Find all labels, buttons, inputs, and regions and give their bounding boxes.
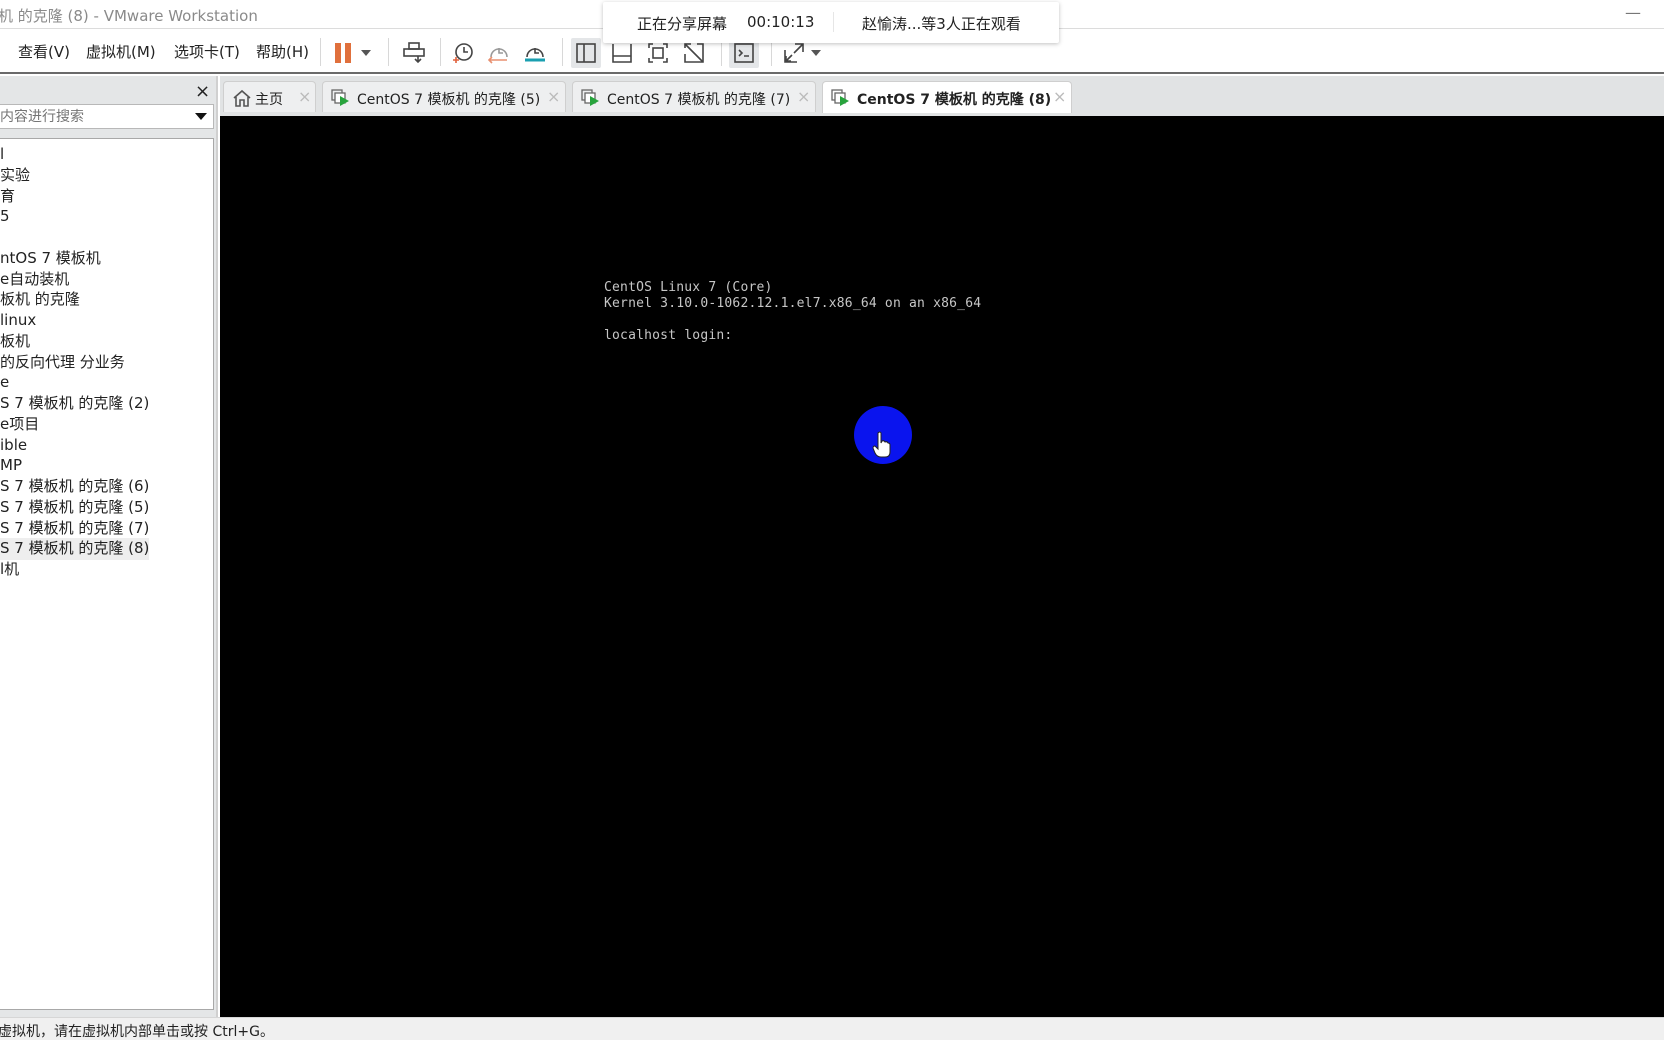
library-tree-item[interactable]: e xyxy=(0,372,9,394)
library-tree-item[interactable]: S 7 模板机 的克隆 (5) xyxy=(0,497,149,519)
screen-share-banner: 正在分享屏幕 00:10:13 赵愉涛...等3人正在观看 xyxy=(603,2,1059,43)
library-tree-item[interactable]: 5 xyxy=(0,206,10,228)
search-dropdown-icon[interactable] xyxy=(195,113,207,120)
library-search-input[interactable] xyxy=(0,105,189,128)
console-login-prompt[interactable]: localhost login: xyxy=(604,328,732,343)
revert-snapshot-button[interactable] xyxy=(484,38,514,68)
vm-console-screen[interactable]: CentOS Linux 7 (Core) Kernel 3.10.0-1062… xyxy=(220,116,1664,1017)
library-tree-item[interactable]: 的反向代理 分业务 xyxy=(0,352,125,374)
pause-icon xyxy=(335,43,351,63)
vm-running-icon xyxy=(331,89,349,106)
show-library-button[interactable] xyxy=(571,38,601,68)
hand-cursor-icon xyxy=(872,431,891,458)
tab-vm-clone-7[interactable]: CentOS 7 模板机 的克隆 (7) × xyxy=(572,81,816,112)
vm-running-icon xyxy=(581,89,599,106)
library-tree-item[interactable]: l机 xyxy=(0,559,19,581)
menu-vm[interactable]: 虚拟机(M) xyxy=(86,41,156,62)
take-snapshot-button[interactable] xyxy=(448,38,478,68)
tab-label: CentOS 7 模板机 的克隆 (8) xyxy=(857,92,1052,108)
status-bar: 虚拟机，请在虚拟机内部单击或按 Ctrl+G。 xyxy=(0,1017,1664,1040)
toolbar-separator xyxy=(440,38,441,66)
pause-button[interactable] xyxy=(330,38,356,68)
tab-close-button[interactable]: × xyxy=(298,87,311,106)
library-tree-item[interactable]: 板机 xyxy=(0,331,30,353)
thumbnail-bar-icon xyxy=(612,44,632,63)
tab-label: CentOS 7 模板机 的克隆 (7) xyxy=(607,92,791,108)
menu-tabs[interactable]: 选项卡(T) xyxy=(174,41,240,62)
vm-running-icon xyxy=(831,89,849,106)
fullscreen-icon xyxy=(648,43,668,63)
tab-close-button[interactable]: × xyxy=(1053,87,1066,106)
share-timer: 00:10:13 xyxy=(747,13,815,31)
menu-view[interactable]: 查看(V) xyxy=(18,41,70,62)
library-tree-item[interactable]: S 7 模板机 的克隆 (6) xyxy=(0,476,149,498)
toolbar-separator xyxy=(388,38,389,66)
tab-vm-clone-8[interactable]: CentOS 7 模板机 的克隆 (8) × xyxy=(822,81,1072,113)
tab-label: CentOS 7 模板机 的克隆 (5) xyxy=(357,92,541,108)
window-title: 机 的克隆 (8) - VMware Workstation xyxy=(0,7,258,25)
menu-help[interactable]: 帮助(H) xyxy=(256,41,309,62)
send-ctrl-alt-del-button[interactable] xyxy=(399,38,429,68)
send-ctrl-alt-del-icon xyxy=(403,42,425,64)
take-snapshot-icon xyxy=(453,43,473,63)
library-tree-item[interactable]: 板机 的克隆 xyxy=(0,289,80,311)
library-close-button[interactable]: × xyxy=(195,81,210,102)
library-tree-item[interactable]: S 7 模板机 的克隆 (2) xyxy=(0,393,149,415)
library-tree-item[interactable]: S 7 模板机 的克隆 (8) xyxy=(0,538,150,561)
library-tree-item[interactable]: S 7 模板机 的克隆 (7) xyxy=(0,518,149,540)
library-tree-item[interactable]: 实验 xyxy=(0,165,30,187)
console-kernel-line: Kernel 3.10.0-1062.12.1.el7.x86_64 on an… xyxy=(604,296,982,311)
library-tree-item[interactable]: 育 xyxy=(0,186,15,208)
tab-close-button[interactable]: × xyxy=(797,87,810,106)
tab-strip: 主页 × CentOS 7 模板机 的克隆 (5) × CentOS 7 模板机… xyxy=(220,76,1664,116)
library-panel: × l实验育5 ntOS 7 模板机e自动装机板机 的克隆 linux板机的反向代… xyxy=(0,76,218,1017)
tab-home[interactable]: 主页 × xyxy=(223,81,316,112)
minimize-button[interactable]: — xyxy=(1622,4,1644,22)
library-search xyxy=(0,104,214,129)
banner-divider xyxy=(833,12,834,32)
dropdown-arrow-icon xyxy=(361,50,371,56)
toolbar-separator xyxy=(562,38,563,66)
library-tree-item[interactable]: l xyxy=(0,144,4,166)
tab-vm-clone-5[interactable]: CentOS 7 模板机 的克隆 (5) × xyxy=(322,81,566,112)
show-library-icon xyxy=(576,43,596,63)
library-tree-item[interactable]: linux xyxy=(0,310,36,332)
home-icon xyxy=(233,89,251,107)
dropdown-arrow-icon xyxy=(811,50,821,56)
tab-label: 主页 xyxy=(255,92,283,108)
toolbar-separator xyxy=(320,38,321,66)
revert-snapshot-icon xyxy=(487,48,508,64)
unity-icon xyxy=(684,43,704,63)
library-tree-item[interactable]: ible xyxy=(0,435,27,457)
pause-dropdown-button[interactable] xyxy=(358,38,374,68)
console-view-icon xyxy=(734,43,754,63)
status-text: 虚拟机，请在虚拟机内部单击或按 Ctrl+G。 xyxy=(0,1024,274,1040)
snapshot-manager-icon xyxy=(525,48,545,62)
library-tree-item[interactable]: ntOS 7 模板机 xyxy=(0,248,101,270)
console-os-line: CentOS Linux 7 (Core) xyxy=(604,280,773,295)
tab-close-button[interactable]: × xyxy=(547,87,560,106)
stretch-icon xyxy=(784,43,804,63)
library-tree-item[interactable]: e自动装机 xyxy=(0,269,69,291)
share-viewers[interactable]: 赵愉涛...等3人正在观看 xyxy=(862,13,1021,34)
share-status: 正在分享屏幕 xyxy=(637,15,728,33)
library-tree-item[interactable]: MP xyxy=(0,455,22,477)
library-tree[interactable]: l 实验育 5 ntOS 7 模板机 e自动装机 板机 的克隆 linux 板机 的反向代理 … xyxy=(0,138,214,1010)
library-tree-item[interactable]: e项目 xyxy=(0,414,39,436)
snapshot-manager-button[interactable] xyxy=(520,38,550,68)
